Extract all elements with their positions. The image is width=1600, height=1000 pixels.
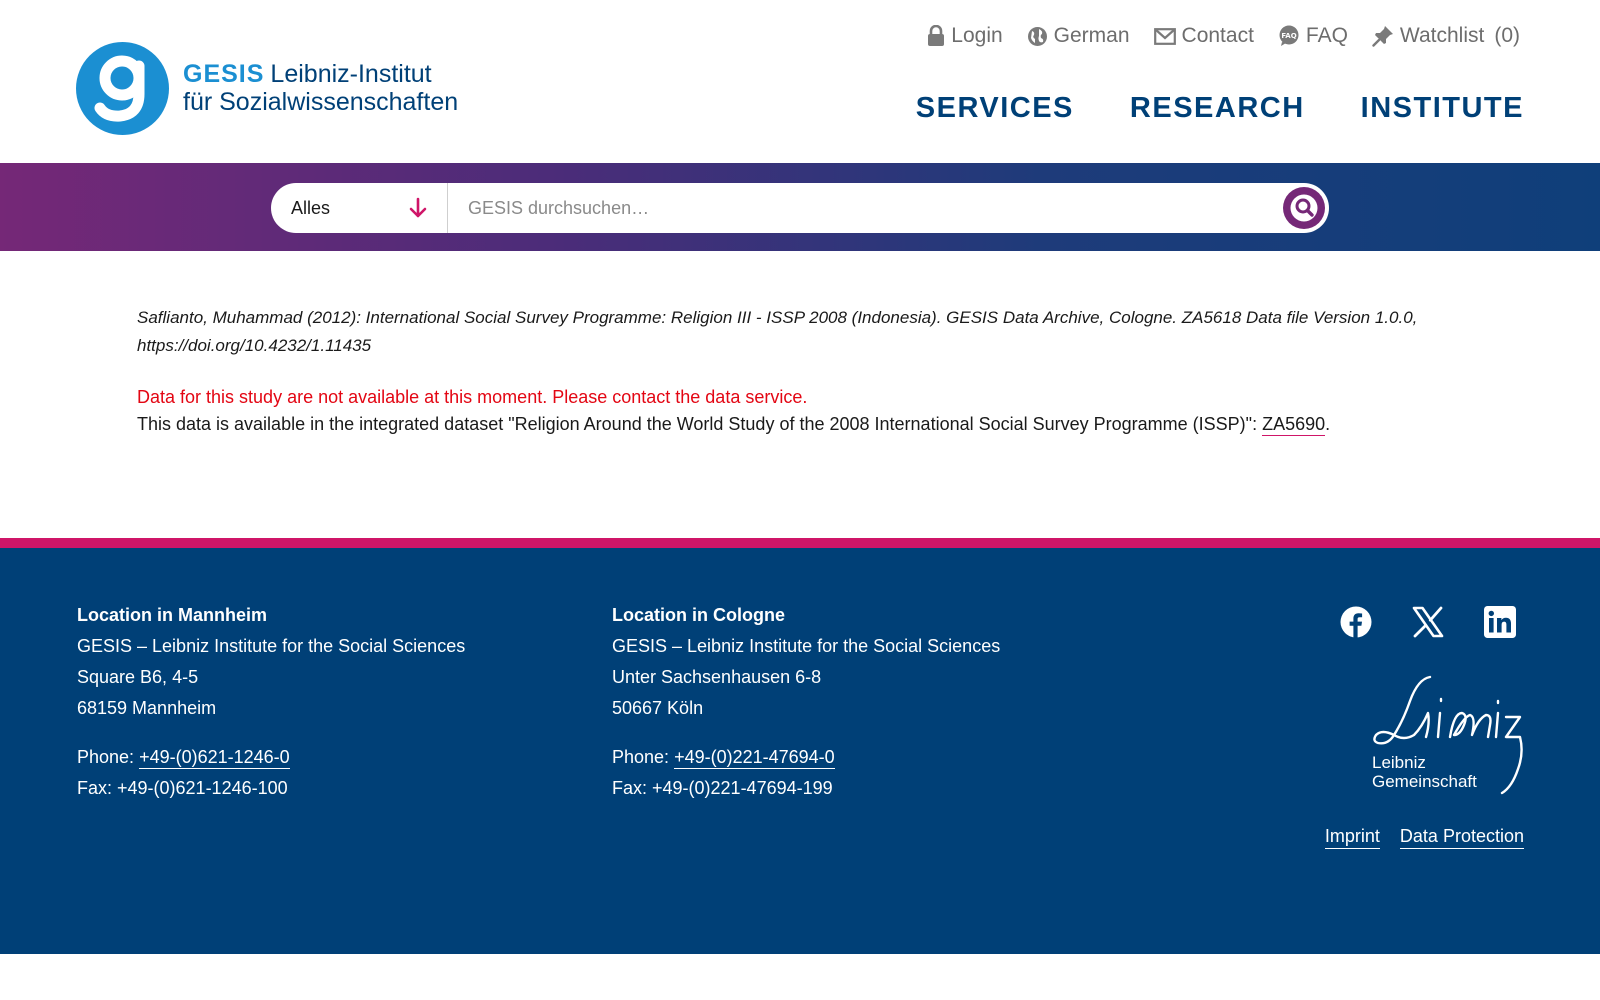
phone-label: Phone: (612, 747, 675, 767)
location-mannheim: Location in Mannheim GESIS – Leibniz Ins… (77, 600, 465, 804)
integrated-dataset-note: This data is available in the integrated… (137, 411, 1457, 438)
search-icon (1290, 194, 1318, 222)
utility-nav: Login German Contact FAQ FAQ Watchlist (… (927, 20, 1520, 52)
dataset-link[interactable]: ZA5690 (1262, 414, 1326, 436)
faq-icon: FAQ (1279, 25, 1299, 46)
faq-link[interactable]: FAQ FAQ (1278, 24, 1348, 48)
location-city: 68159 Mannheim (77, 698, 217, 718)
location-org: GESIS – Leibniz Institute for the Social… (77, 636, 466, 656)
search-band: Alles (0, 163, 1600, 251)
linkedin-icon[interactable] (1484, 606, 1516, 638)
contact-link[interactable]: Contact (1153, 24, 1254, 48)
watchlist-link[interactable]: Watchlist (0) (1372, 24, 1520, 48)
gesis-logo[interactable]: GESIS Leibniz-Institut für Sozialwissensc… (76, 41, 458, 135)
search-scope-select[interactable]: Alles (271, 183, 448, 233)
social-links (1340, 606, 1516, 638)
logo-brand: GESIS (183, 60, 265, 88)
x-icon[interactable] (1412, 606, 1444, 638)
phone-link-cologne[interactable]: +49-(0)221-47694-0 (674, 747, 835, 769)
phone-link-mannheim[interactable]: +49-(0)621-1246-0 (139, 747, 290, 769)
location-phone: Phone: +49-(0)621-1246-0 (77, 742, 465, 773)
facebook-icon[interactable] (1340, 606, 1372, 638)
site-footer: Location in Mannheim GESIS – Leibniz Ins… (0, 548, 1600, 954)
chevron-down-icon (409, 197, 427, 218)
search-scope-value: Alles (291, 197, 331, 218)
watchlist-label: Watchlist (1399, 24, 1485, 47)
location-cologne: Location in Cologne GESIS – Leibniz Inst… (612, 600, 1000, 804)
nav-services[interactable]: SERVICES (916, 92, 1074, 125)
watchlist-count: (0) (1494, 24, 1520, 47)
svg-text:FAQ: FAQ (1281, 32, 1296, 40)
gesis-logo-icon (76, 41, 169, 135)
location-fax: Fax: +49-(0)621-1246-100 (77, 778, 288, 798)
location-street: Square B6, 4-5 (77, 667, 199, 687)
study-citation: Saflianto, Muhammad (2012): Internationa… (137, 308, 1418, 355)
nav-institute[interactable]: INSTITUTE (1361, 92, 1524, 125)
language-switch[interactable]: German (1027, 24, 1130, 48)
mail-icon (1153, 27, 1176, 45)
login-label: Login (951, 24, 1003, 47)
logo-line2: für Sozialwissenschaften (183, 88, 459, 116)
privacy-link[interactable]: Data Protection (1399, 826, 1524, 849)
availability-notice: Data for this study are not available at… (137, 387, 808, 407)
leibniz-line2: Gemeinschaft (1372, 772, 1477, 791)
phone-label: Phone: (77, 747, 140, 767)
leibniz-line1: Leibniz (1372, 753, 1426, 772)
location-title: Location in Mannheim (77, 605, 268, 625)
location-fax: Fax: +49-(0)221-47694-199 (612, 778, 833, 798)
integrated-dataset-text: This data is available in the integrated… (137, 414, 1263, 434)
location-org: GESIS – Leibniz Institute for the Social… (612, 636, 1001, 656)
search-button[interactable] (1283, 187, 1325, 229)
location-street: Unter Sachsenhausen 6-8 (612, 667, 822, 687)
nav-research[interactable]: RESEARCH (1130, 92, 1305, 125)
globe-icon (1027, 26, 1047, 46)
contact-label: Contact (1181, 24, 1254, 47)
leibniz-wordmark: Leibniz Gemeinschaft (1372, 753, 1477, 791)
main-nav: SERVICES RESEARCH INSTITUTE (916, 92, 1524, 125)
search-input[interactable] (448, 184, 1283, 232)
leibniz-logo[interactable]: Leibniz Gemeinschaft (1370, 673, 1524, 797)
login-link[interactable]: Login (927, 24, 1003, 48)
faq-label: FAQ (1305, 24, 1348, 47)
integrated-dataset-suffix: . (1325, 414, 1331, 434)
language-label: German (1053, 24, 1130, 47)
location-title: Location in Cologne (612, 605, 785, 625)
logo-line1: Leibniz-Institut (270, 60, 432, 88)
site-header: GESIS Leibniz-Institut für Sozialwissensc… (0, 0, 1600, 163)
footer-divider (0, 538, 1600, 548)
legal-links: Imprint Data Protection (1324, 826, 1524, 849)
study-content: Saflianto, Muhammad (2012): Internationa… (137, 304, 1457, 438)
lock-icon (928, 25, 945, 46)
imprint-link[interactable]: Imprint (1324, 826, 1380, 849)
location-phone: Phone: +49-(0)221-47694-0 (612, 742, 1000, 773)
logo-text: GESIS Leibniz-Institut für Sozialwissensc… (183, 60, 458, 116)
location-city: 50667 Köln (612, 698, 704, 718)
search-bar: Alles (271, 183, 1329, 233)
pin-icon (1372, 26, 1393, 47)
